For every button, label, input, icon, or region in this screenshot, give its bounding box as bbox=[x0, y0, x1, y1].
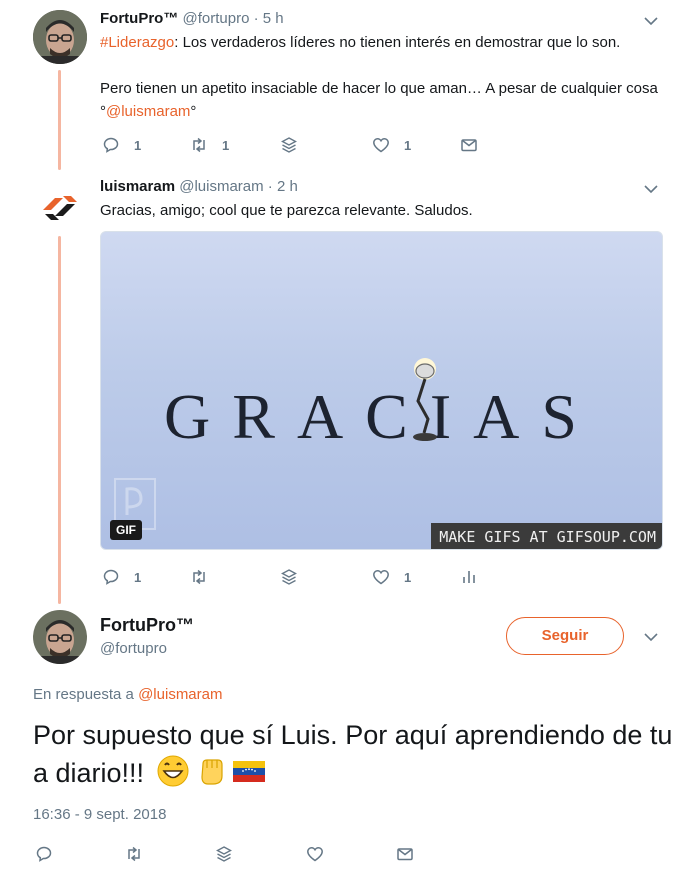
timestamp[interactable]: 16:36 - 9 sept. 2018 bbox=[33, 806, 166, 823]
reply-count: 1 bbox=[134, 137, 142, 153]
analytics-icon bbox=[463, 571, 475, 583]
layers-icon bbox=[281, 137, 297, 153]
main-tweet-body: Por supuesto que sí Luis. Por aquí apren… bbox=[33, 720, 673, 788]
chevron-down-icon[interactable] bbox=[642, 628, 660, 646]
thread-line bbox=[58, 236, 61, 604]
like-button[interactable]: 1 bbox=[372, 133, 411, 157]
chevron-down-icon[interactable] bbox=[642, 180, 660, 198]
lamp-icon bbox=[413, 358, 437, 441]
reply-mention-link[interactable]: @luismaram bbox=[138, 686, 222, 703]
retweet-icon bbox=[193, 569, 205, 585]
tweet-time[interactable]: 2 h bbox=[277, 178, 298, 195]
envelope-icon bbox=[397, 848, 413, 861]
tweet-text-part1: : Los verdaderos líderes no tienen inter… bbox=[174, 34, 621, 51]
avatar[interactable] bbox=[33, 180, 87, 234]
direct-message-button[interactable] bbox=[460, 133, 478, 157]
tweet-time[interactable]: 5 h bbox=[263, 10, 284, 27]
avatar[interactable] bbox=[33, 10, 87, 64]
heart-icon bbox=[307, 847, 323, 862]
reply-icon bbox=[103, 137, 119, 153]
separator: · bbox=[253, 10, 259, 27]
envelope-icon bbox=[461, 139, 477, 152]
gif-banner: MAKE GIFS AT GIFSOUP.COM bbox=[431, 523, 662, 549]
separator: · bbox=[267, 178, 273, 195]
tweet-header: luismaram @luismaram · 2 h bbox=[100, 178, 298, 195]
like-count: 1 bbox=[404, 569, 412, 585]
tweet-actions: 1 1 1 bbox=[100, 133, 540, 157]
raised-fist-icon bbox=[200, 759, 223, 785]
avatar[interactable] bbox=[33, 610, 87, 664]
heart-icon bbox=[373, 138, 389, 153]
retweet-count: 1 bbox=[222, 137, 230, 153]
main-tweet-text: Por supuesto que sí Luis. Por aquí apren… bbox=[33, 716, 673, 792]
tweet-actions: 1 1 bbox=[100, 565, 540, 589]
reply-count: 1 bbox=[134, 569, 142, 585]
hashtag-link[interactable]: #Liderazgo bbox=[100, 34, 174, 51]
reply-context: En respuesta a @luismaram bbox=[33, 686, 222, 703]
follow-button[interactable]: Seguir bbox=[506, 617, 624, 655]
layers-icon bbox=[216, 846, 232, 862]
thread-line bbox=[58, 70, 61, 170]
reply-icon bbox=[103, 569, 119, 585]
tweet-text-part3: ° bbox=[190, 103, 197, 120]
add-to-moment-button[interactable] bbox=[280, 133, 298, 157]
retweet-button[interactable]: 1 bbox=[190, 133, 229, 157]
username[interactable]: @luismaram bbox=[179, 178, 263, 195]
reply-button[interactable] bbox=[35, 842, 53, 866]
add-to-moment-button[interactable] bbox=[215, 842, 233, 866]
like-button[interactable] bbox=[306, 842, 324, 866]
reply-prefix: En respuesta a bbox=[33, 686, 139, 703]
display-name[interactable]: luismaram bbox=[100, 178, 175, 195]
username[interactable]: @fortupro bbox=[183, 10, 250, 27]
tweet-header: FortuPro™ @fortupro · 5 h bbox=[100, 10, 284, 27]
retweet-icon bbox=[128, 846, 140, 862]
gif-media[interactable]: GRACIAS GIF MAKE GIFS AT GIFSOUP.COM bbox=[100, 231, 663, 550]
heart-icon bbox=[373, 570, 389, 585]
tweet-fortupro: FortuPro™ @fortupro · 5 h #Liderazgo: Lo… bbox=[0, 0, 700, 170]
display-name[interactable]: FortuPro™ bbox=[100, 615, 194, 636]
analytics-button[interactable] bbox=[460, 565, 478, 589]
add-to-moment-button[interactable] bbox=[280, 565, 298, 589]
grinning-face-icon bbox=[157, 755, 189, 787]
like-count: 1 bbox=[404, 137, 412, 153]
layers-icon bbox=[281, 569, 297, 585]
retweet-icon bbox=[193, 137, 205, 153]
reply-button[interactable]: 1 bbox=[102, 133, 141, 157]
retweet-button[interactable] bbox=[190, 565, 208, 589]
like-button[interactable]: 1 bbox=[372, 565, 411, 589]
gif-badge: GIF bbox=[110, 520, 142, 540]
reply-icon bbox=[36, 846, 52, 862]
tweet-text: Gracias, amigo; cool que te parezca rele… bbox=[100, 202, 473, 219]
retweet-button[interactable] bbox=[125, 842, 143, 866]
gif-word: GRACIAS bbox=[164, 381, 599, 452]
mention-link[interactable]: @luismaram bbox=[106, 103, 190, 120]
main-tweet-actions bbox=[33, 842, 453, 866]
venezuela-flag-icon bbox=[232, 761, 265, 782]
username[interactable]: @fortupro bbox=[100, 640, 167, 657]
direct-message-button[interactable] bbox=[396, 842, 414, 866]
tweet-text: #Liderazgo: Los verdaderos líderes no ti… bbox=[100, 31, 680, 54]
reply-button[interactable]: 1 bbox=[102, 565, 141, 589]
display-name[interactable]: FortuPro™ bbox=[100, 10, 178, 27]
chevron-down-icon[interactable] bbox=[642, 12, 660, 30]
tweet-text-second-paragraph: Pero tienen un apetito insaciable de hac… bbox=[100, 77, 680, 123]
